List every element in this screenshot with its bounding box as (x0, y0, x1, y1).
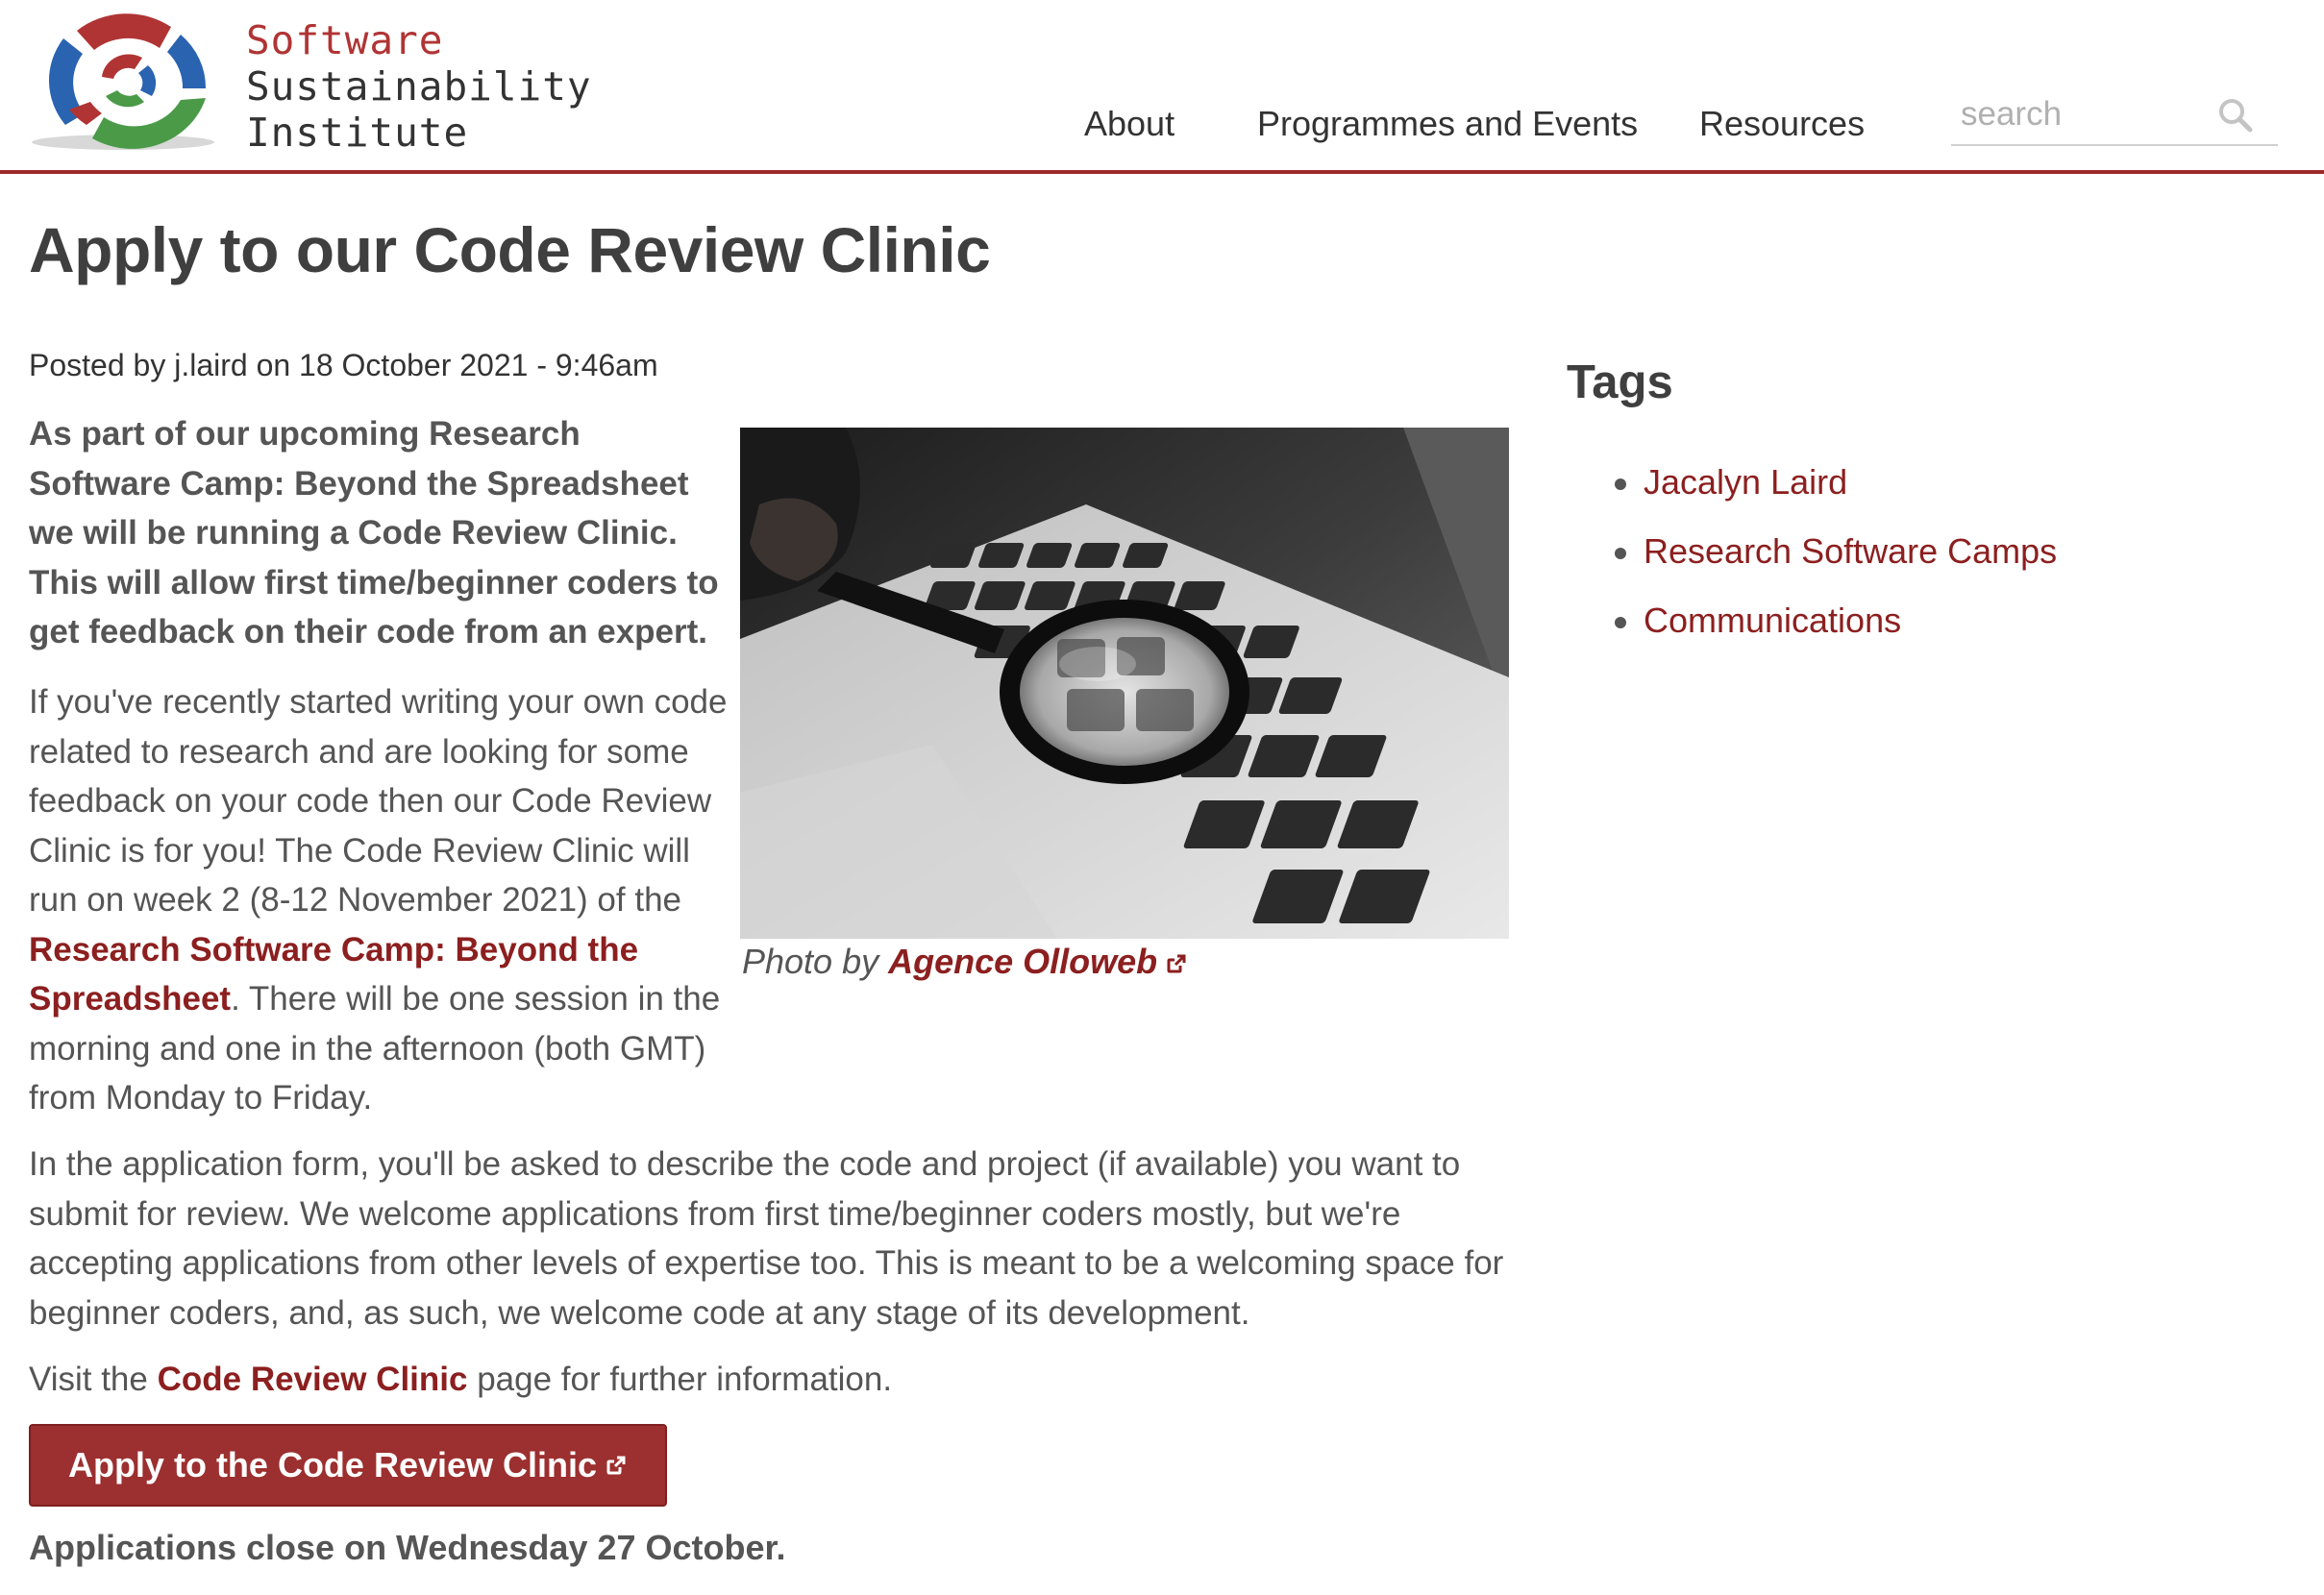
tags-heading: Tags (1567, 356, 1673, 408)
article-photo (740, 428, 1509, 939)
tag-link-jacalyn-laird[interactable]: Jacalyn Laird (1644, 462, 1847, 502)
para3-text-after: page for further information. (467, 1361, 893, 1398)
bullet-icon (1615, 617, 1626, 628)
nav-programmes-and-events[interactable]: Programmes and Events (1257, 104, 1699, 144)
site-logo[interactable]: Software Sustainability Institute (27, 10, 591, 156)
caption-prefix: Photo by (742, 942, 889, 981)
tags-list: Jacalyn Laird Research Software Camps Co… (1615, 448, 2057, 655)
logo-wordmark: Software Sustainability Institute (246, 17, 592, 156)
search-box (1951, 88, 2278, 146)
nav-about[interactable]: About (1084, 104, 1257, 144)
photo-credit-link[interactable]: Agence Olloweb (888, 942, 1188, 981)
search-input[interactable] (1961, 88, 2211, 140)
page-title: Apply to our Code Review Clinic (29, 214, 991, 285)
article-paragraph-2: In the application form, you'll be asked… (29, 1145, 1504, 1332)
tag-item: Jacalyn Laird (1615, 448, 2057, 517)
bullet-icon (1615, 478, 1626, 490)
post-meta: Posted by j.laird on 18 October 2021 - 9… (29, 348, 658, 382)
logo-line-sustainability: Sustainability (246, 63, 592, 110)
photo-caption: Photo by Agence Olloweb (742, 942, 1188, 982)
tag-link-research-software-camps[interactable]: Research Software Camps (1644, 531, 2057, 571)
article-paragraph-3: Visit the Code Review Clinic page for fu… (29, 1355, 892, 1405)
search-icon[interactable] (2214, 94, 2257, 136)
site-header: Software Sustainability Institute About … (0, 0, 2324, 174)
tag-item: Research Software Camps (1615, 517, 2057, 586)
apply-button-label: Apply to the Code Review Clinic (67, 1445, 598, 1485)
tag-link-communications[interactable]: Communications (1644, 601, 1901, 640)
main-nav: About Programmes and Events Resources (1084, 104, 1949, 144)
external-link-icon (606, 1456, 626, 1475)
code-review-clinic-link[interactable]: Code Review Clinic (158, 1361, 468, 1398)
apply-button[interactable]: Apply to the Code Review Clinic (29, 1424, 667, 1507)
bullet-icon (1615, 548, 1626, 559)
laptop-magnifier-image (740, 428, 1509, 939)
ssi-logo-icon (32, 13, 214, 150)
tag-item: Communications (1615, 586, 2057, 655)
para1-text-before: If you've recently started writing your … (29, 683, 728, 919)
applications-close-notice: Applications close on Wednesday 27 Octob… (29, 1528, 786, 1567)
logo-line-software: Software (246, 17, 444, 63)
article-lead: As part of our upcoming Research Softwar… (29, 415, 719, 650)
nav-resources[interactable]: Resources (1699, 104, 1949, 144)
logo-line-institute: Institute (246, 110, 469, 156)
photo-credit-label: Agence Olloweb (888, 942, 1158, 981)
external-link-icon (1167, 954, 1186, 973)
article-paragraph-1: If you've recently started writing your … (29, 677, 740, 1123)
para3-text-before: Visit the (29, 1361, 158, 1398)
